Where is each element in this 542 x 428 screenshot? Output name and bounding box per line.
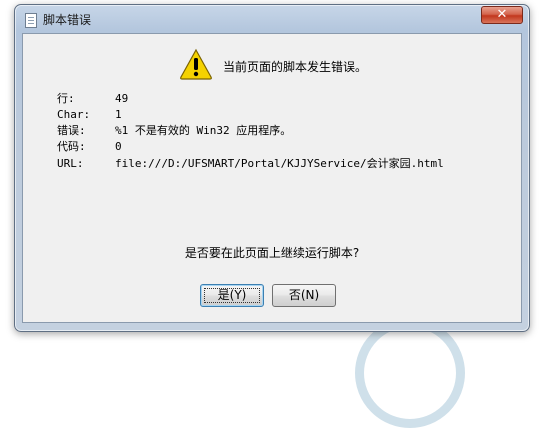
no-button-label: 否(N) bbox=[288, 288, 320, 302]
detail-value: 0 bbox=[115, 140, 122, 153]
document-icon bbox=[25, 13, 37, 28]
detail-label: URL: bbox=[57, 157, 84, 170]
no-button[interactable]: 否(N) bbox=[272, 284, 336, 307]
yes-button[interactable]: 是(Y) bbox=[200, 284, 264, 307]
detail-value: file:///D:/UFSMART/Portal/KJJYService/会计… bbox=[115, 157, 444, 170]
focus-rectangle bbox=[204, 288, 260, 303]
detail-label: Char: bbox=[57, 108, 91, 121]
detail-value: 49 bbox=[115, 92, 129, 105]
window-title: 脚本错误 bbox=[43, 13, 92, 27]
close-button[interactable]: ✕ bbox=[481, 6, 523, 24]
error-headline: 当前页面的脚本发生错误。 bbox=[223, 60, 368, 74]
detail-value: %1 不是有效的 Win32 应用程序。 bbox=[115, 124, 292, 137]
continue-question: 是否要在此页面上继续运行脚本? bbox=[184, 246, 360, 260]
dialog-content: 当前页面的脚本发生错误。 行: 49 Char: 1 错误: %1 不是有效的 … bbox=[22, 33, 522, 323]
title-bar[interactable]: 脚本错误 ✕ bbox=[15, 5, 529, 35]
detail-value: 1 bbox=[115, 108, 122, 121]
detail-label: 行: bbox=[57, 92, 75, 105]
background-decoration bbox=[355, 318, 465, 428]
detail-label: 代码: bbox=[57, 140, 86, 153]
detail-label: 错误: bbox=[57, 124, 86, 137]
warning-icon bbox=[180, 48, 212, 80]
script-error-dialog: 脚本错误 ✕ 当前页面的脚本发生错误。 行: 49 Char: 1 错误: %1… bbox=[14, 4, 530, 332]
